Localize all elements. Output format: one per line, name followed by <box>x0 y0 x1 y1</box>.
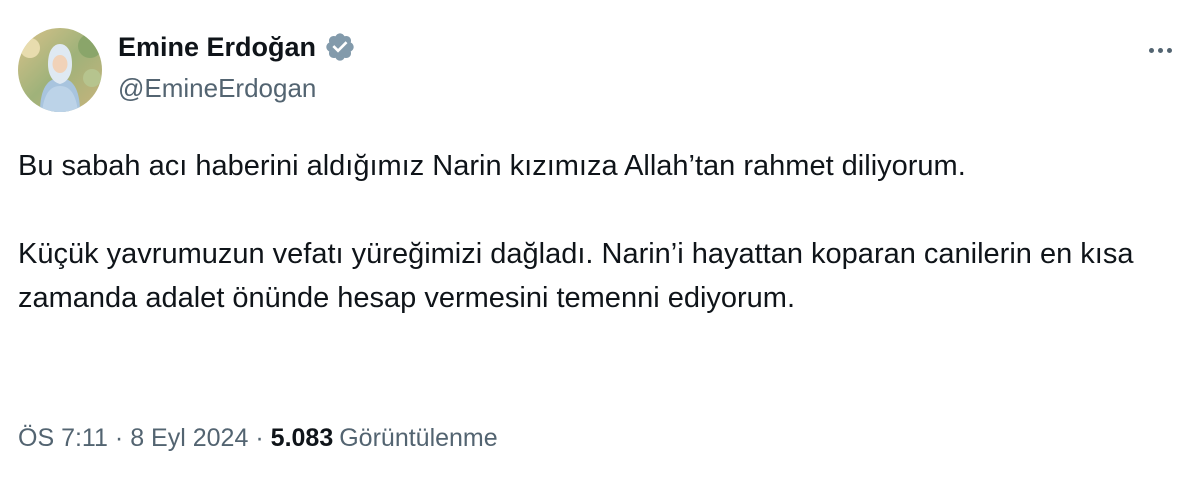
author-handle[interactable]: @EmineErdogan <box>118 72 316 104</box>
more-dot <box>1148 47 1154 53</box>
tweet-time[interactable]: ÖS 7:11 <box>18 424 108 452</box>
meta-separator: · <box>255 424 264 452</box>
views-count: 5.083 <box>270 424 334 452</box>
verified-badge-icon <box>324 31 356 63</box>
tweet-meta: ÖS 7:11 · 8 Eyl 2024 · 5.083 Görüntülenme <box>18 422 498 454</box>
more-options-icon[interactable] <box>1142 36 1178 64</box>
meta-separator: · <box>114 424 124 452</box>
author-name-row: Emine Erdoğan <box>118 30 356 64</box>
tweet-text: Bu sabah acı haberini aldığımız Narin kı… <box>18 144 1188 320</box>
more-dot <box>1157 47 1163 53</box>
avatar[interactable] <box>18 28 102 112</box>
views-label: Görüntülenme <box>339 424 498 452</box>
author-display-name[interactable]: Emine Erdoğan <box>118 30 316 64</box>
tweet-card: Emine Erdoğan @EmineErdogan Bu sabah acı… <box>0 0 1200 484</box>
avatar-image <box>18 28 102 112</box>
tweet-date[interactable]: 8 Eyl 2024 <box>130 424 248 452</box>
more-dot <box>1166 47 1172 53</box>
tweet-paragraph-2: Küçük yavrumuzun vefatı yüreğimizi dağla… <box>18 238 1134 314</box>
tweet-paragraph-1: Bu sabah acı haberini aldığımız Narin kı… <box>18 150 966 182</box>
